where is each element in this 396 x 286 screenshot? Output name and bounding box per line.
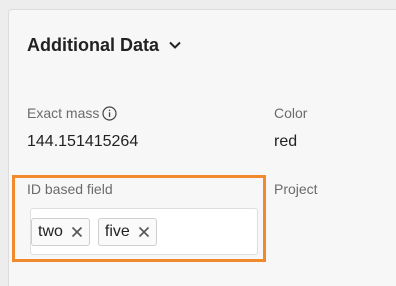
section-title: Additional Data xyxy=(27,34,160,55)
exact-mass-label: Exact mass xyxy=(27,105,117,121)
exact-mass-value: 144.151415264 xyxy=(27,133,139,150)
close-icon[interactable] xyxy=(71,226,83,238)
project-label: Project xyxy=(274,181,318,197)
additional-data-toggle[interactable]: Additional Data xyxy=(27,33,181,57)
info-icon[interactable] xyxy=(102,105,117,121)
chip-two: two xyxy=(31,217,90,246)
id-based-field-input[interactable]: two five xyxy=(30,208,258,255)
color-value: red xyxy=(274,133,298,150)
chip-five: five xyxy=(97,217,157,246)
color-label: Color xyxy=(274,105,308,121)
close-icon[interactable] xyxy=(138,226,150,238)
id-based-field-label: ID based field xyxy=(27,181,113,197)
chevron-down-icon xyxy=(169,41,181,49)
id-based-field-highlight: ID based field two five xyxy=(12,175,266,262)
chip-label: five xyxy=(104,222,130,240)
chip-label: two xyxy=(38,222,63,240)
